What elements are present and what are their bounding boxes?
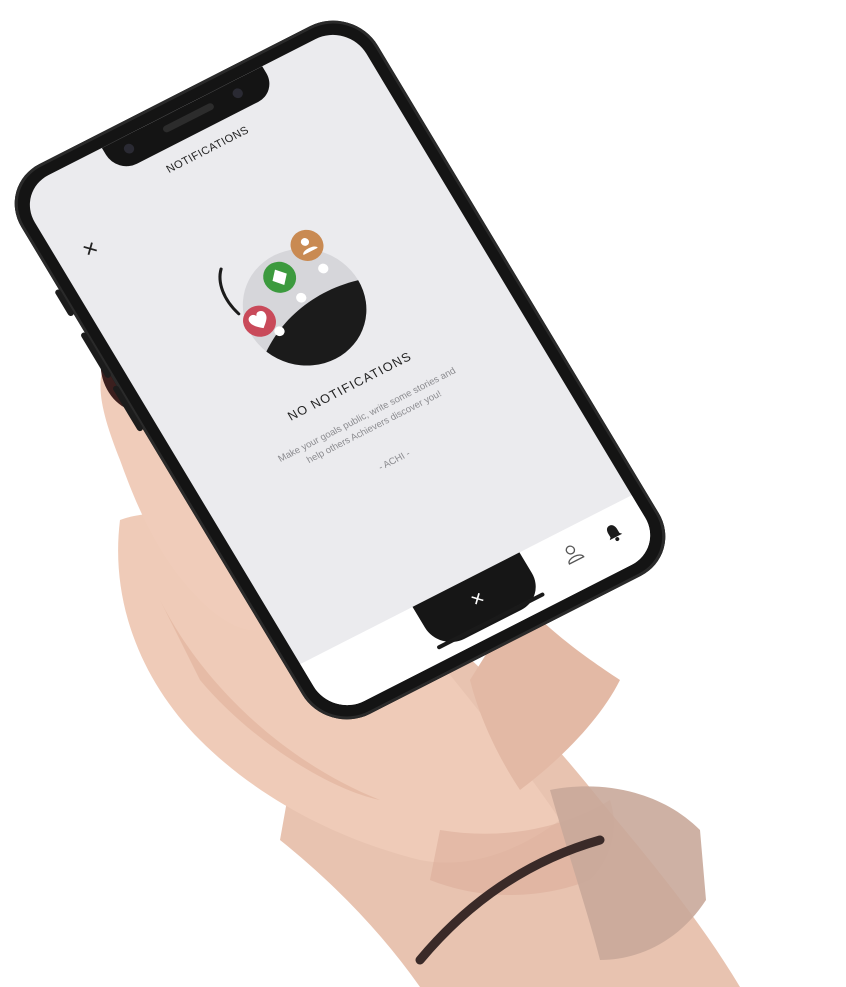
photo-stage: NOTIFICATIONS ✕ NO NOTIFICATIONS Make yo… (0, 0, 846, 987)
profile-icon (565, 545, 585, 565)
sensor-dot (230, 86, 245, 100)
tab-profile[interactable] (557, 539, 588, 568)
close-icon: ✕ (466, 587, 489, 611)
camera-dot (121, 142, 137, 156)
tab-notifications[interactable] (598, 518, 629, 547)
bell-icon (606, 525, 623, 541)
close-button[interactable]: ✕ (74, 234, 108, 266)
close-icon: ✕ (78, 237, 103, 262)
